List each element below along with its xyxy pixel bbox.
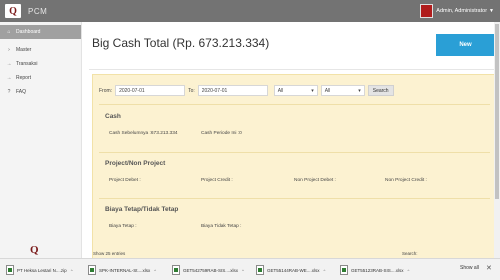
cash-periode-ini: Cash Periode Ini :0: [201, 131, 242, 136]
select-value: All: [277, 87, 284, 94]
chevron-right-icon: ›: [8, 47, 10, 53]
sidebar-item-faq[interactable]: ? FAQ: [0, 85, 81, 99]
new-button[interactable]: New: [436, 34, 495, 56]
cash-sebelumnya: Cash Sebelumnya :673.213.334: [109, 131, 178, 136]
arrow-right-icon: →: [6, 75, 12, 81]
main-content: Big Cash Total (Rp. 673.213.334) New Fro…: [82, 22, 500, 258]
download-item[interactable]: GET55144RAB-WE....xlsx ^: [256, 264, 325, 276]
from-label: From:: [99, 87, 113, 94]
sidebar-item-master[interactable]: › Master: [0, 43, 81, 57]
project-credit: Project Credit :: [201, 178, 233, 183]
chevron-up-icon: ^: [70, 267, 73, 273]
select-value: All: [324, 87, 331, 94]
show-entries[interactable]: Show 25 entries: [93, 251, 125, 256]
sidebar-footer-logo: Q: [30, 244, 39, 256]
download-filename: PT Heksa Lestari N....zip: [17, 267, 67, 273]
scrollbar-thumb[interactable]: [495, 24, 499, 199]
file-icon: [88, 265, 96, 275]
chevron-down-icon: ▾: [311, 87, 314, 94]
arrow-right-icon: →: [6, 61, 12, 67]
download-item[interactable]: GET542759RAB-SIS....xlsx ^: [172, 264, 244, 276]
filter-select-1[interactable]: All ▾: [273, 85, 318, 96]
non-project-debet: Non Project Debet :: [294, 178, 336, 183]
sidebar-item-label: Report: [16, 75, 32, 81]
download-filename: GET55144RAB-WE....xlsx: [267, 267, 320, 273]
sidebar-item-report[interactable]: → Report: [0, 71, 81, 85]
sidebar-item-transaksi[interactable]: → Transaksi: [0, 57, 81, 71]
page-title: Big Cash Total (Rp. 673.213.334): [92, 36, 270, 50]
file-icon: [172, 265, 180, 275]
chevron-up-icon: ^: [323, 267, 326, 273]
download-bar: PT Heksa Lestari N....zip ^ SPK-INTERNAL…: [0, 258, 500, 280]
user-name: Admin, Administrator: [436, 8, 488, 14]
show-all-button[interactable]: Show all: [460, 265, 479, 271]
top-bar: Q PCM Admin, Administrator ▼: [0, 0, 500, 22]
section-title-project: Project/Non Project: [105, 160, 166, 167]
avatar: [420, 4, 434, 18]
close-icon[interactable]: ✕: [486, 264, 492, 272]
sidebar: ⌂ Dashboard › Master → Transaksi → Repor…: [0, 22, 82, 258]
filter-row: From: 2020-07-01 To: 2020-07-01 All ▾ Al…: [99, 85, 394, 96]
biaya-tidak-tetap: Biaya Tidak Tetap :: [201, 224, 242, 229]
to-label: To:: [188, 87, 195, 94]
biaya-tetap: Biaya Tetap :: [109, 224, 137, 229]
filter-select-2[interactable]: All ▾: [320, 85, 365, 96]
logo-letter: Q: [9, 5, 17, 17]
section-title-cash: Cash: [105, 113, 121, 120]
table-search-label: Search:: [402, 251, 418, 256]
from-date-input[interactable]: 2020-07-01: [115, 85, 186, 96]
sidebar-item-label: Master: [16, 47, 32, 53]
section-title-biaya: Biaya Tetap/Tidak Tetap: [105, 206, 179, 213]
app-logo[interactable]: Q: [5, 4, 21, 18]
download-filename: GET55123RAB-SIS....xlsx: [351, 267, 404, 273]
file-icon: [340, 265, 348, 275]
file-icon: [256, 265, 264, 275]
project-debet: Project Debet :: [109, 178, 141, 183]
chevron-up-icon: ^: [242, 267, 244, 273]
scrollbar[interactable]: [494, 22, 500, 258]
chevron-down-icon: ▾: [358, 87, 361, 94]
non-project-credit: Non Project Credit :: [385, 178, 427, 183]
sidebar-item-label: Transaksi: [16, 61, 38, 67]
home-icon: ⌂: [7, 29, 11, 35]
chevron-up-icon: ^: [154, 267, 157, 273]
chevron-up-icon: ^: [407, 267, 410, 273]
chevron-down-icon: ▼: [489, 8, 494, 14]
divider: [99, 152, 490, 153]
download-item[interactable]: GET55123RAB-SIS....xlsx ^: [340, 264, 409, 276]
divider: [99, 104, 490, 105]
divider: [99, 198, 490, 199]
file-icon: [6, 265, 14, 275]
download-filename: SPK-INTERNAL-St....xlsx: [99, 267, 151, 273]
sidebar-item-label: FAQ: [16, 89, 27, 95]
sidebar-item-dashboard[interactable]: ⌂ Dashboard: [0, 25, 81, 39]
question-icon: ?: [7, 89, 11, 95]
user-menu[interactable]: Admin, Administrator ▼: [420, 4, 494, 18]
sidebar-item-label: Dashboard: [16, 29, 41, 35]
download-filename: GET542759RAB-SIS....xlsx: [183, 267, 239, 273]
download-item[interactable]: PT Heksa Lestari N....zip ^: [6, 264, 73, 276]
report-panel: From: 2020-07-01 To: 2020-07-01 All ▾ Al…: [92, 74, 495, 258]
download-item[interactable]: SPK-INTERNAL-St....xlsx ^: [88, 264, 156, 276]
divider: [89, 69, 495, 70]
app-title: PCM: [28, 6, 48, 16]
to-date-input[interactable]: 2020-07-01: [197, 85, 268, 96]
search-button[interactable]: Search: [367, 85, 394, 96]
